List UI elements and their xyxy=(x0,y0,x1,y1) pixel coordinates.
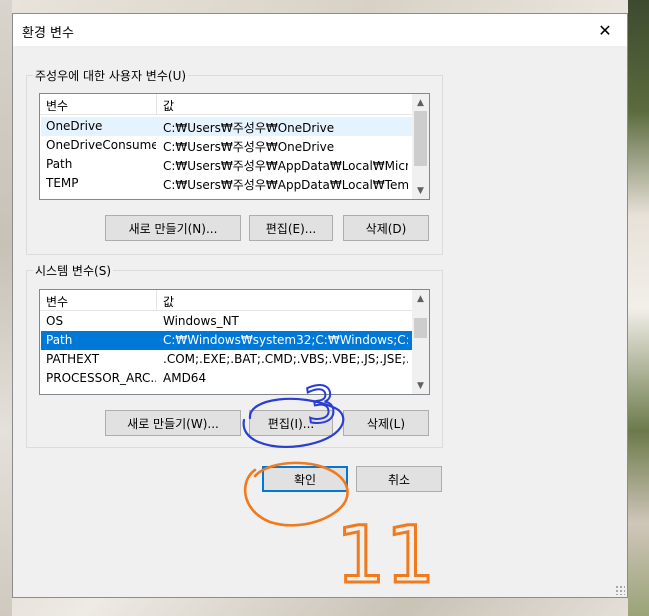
system-new-button[interactable]: 새로 만들기(W)... xyxy=(105,410,241,436)
desktop-background-left xyxy=(0,0,12,616)
var-value: C:₩Users₩주성우₩OneDrive xyxy=(163,121,335,135)
system-variables-group: 시스템 변수(S) 변수 값 OS Windows_NT Path C:₩Win… xyxy=(26,262,443,448)
var-value: C:₩Users₩주성우₩AppData₩Local₩Temp xyxy=(163,178,408,192)
close-button[interactable]: ✕ xyxy=(583,14,627,46)
var-value: Windows_NT xyxy=(163,314,239,328)
window-title: 환경 변수 xyxy=(22,26,74,41)
user-var-row[interactable]: OneDriveConsumer C:₩Users₩주성우₩OneDrive xyxy=(41,136,412,155)
environment-variables-dialog: 환경 변수 ✕ 주성우에 대한 사용자 변수(U) 변수 값 OneDrive … xyxy=(12,13,628,598)
scroll-down-arrow-icon[interactable]: ▼ xyxy=(412,182,429,199)
scroll-thumb[interactable] xyxy=(414,111,427,166)
column-header-value[interactable]: 값 xyxy=(163,293,174,310)
column-separator[interactable] xyxy=(156,290,157,310)
scroll-down-arrow-icon[interactable]: ▼ xyxy=(412,377,429,394)
system-var-row[interactable]: PATHEXT .COM;.EXE;.BAT;.CMD;.VBS;.VBE;.J… xyxy=(41,350,412,369)
user-delete-button[interactable]: 삭제(D) xyxy=(343,215,429,241)
var-name: PROCESSOR_ARC... xyxy=(46,371,156,385)
var-name: Path xyxy=(46,333,73,347)
user-variables-label: 주성우에 대한 사용자 변수(U) xyxy=(33,67,189,84)
column-separator[interactable] xyxy=(156,94,157,114)
user-variables-list[interactable]: 변수 값 OneDrive C:₩Users₩주성우₩OneDrive OneD… xyxy=(39,93,430,200)
system-variables-list[interactable]: 변수 값 OS Windows_NT Path C:₩Windows₩syste… xyxy=(39,289,430,395)
user-list-header: 변수 값 xyxy=(40,94,412,115)
user-list-scrollbar[interactable]: ▲ ▼ xyxy=(412,94,429,199)
scroll-up-arrow-icon[interactable]: ▲ xyxy=(412,94,429,111)
var-value: AMD64 xyxy=(163,371,207,385)
close-icon: ✕ xyxy=(598,20,612,40)
var-name: Path xyxy=(46,157,73,171)
cancel-button[interactable]: 취소 xyxy=(356,466,442,492)
ok-button[interactable]: 확인 xyxy=(262,466,348,492)
column-header-name[interactable]: 변수 xyxy=(46,97,68,114)
var-value: .COM;.EXE;.BAT;.CMD;.VBS;.VBE;.JS;.JSE;.… xyxy=(163,352,408,366)
user-var-row[interactable]: OneDrive C:₩Users₩주성우₩OneDrive xyxy=(41,117,412,136)
system-variables-label: 시스템 변수(S) xyxy=(33,262,113,279)
system-edit-button[interactable]: 편집(I)... xyxy=(249,410,333,436)
user-edit-button[interactable]: 편집(E)... xyxy=(249,215,333,241)
var-value: C:₩Users₩주성우₩AppData₩Local₩Micros... xyxy=(163,159,408,173)
user-var-row[interactable]: TEMP C:₩Users₩주성우₩AppData₩Local₩Temp xyxy=(41,174,412,193)
column-header-name[interactable]: 변수 xyxy=(46,293,68,310)
user-variables-group: 주성우에 대한 사용자 변수(U) 변수 값 OneDrive C:₩Users… xyxy=(26,67,443,255)
system-list-header: 변수 값 xyxy=(40,290,412,311)
system-list-scrollbar[interactable]: ▲ ▼ xyxy=(412,290,429,394)
system-var-row[interactable]: OS Windows_NT xyxy=(41,312,412,331)
var-value: C:₩Windows₩system32;C:₩Windows;C:₩... xyxy=(163,333,408,347)
desktop-background-right xyxy=(628,0,649,616)
var-name: TEMP xyxy=(46,176,79,190)
system-var-row-selected[interactable]: Path C:₩Windows₩system32;C:₩Windows;C:₩.… xyxy=(41,331,412,350)
var-name: PATHEXT xyxy=(46,352,100,366)
title-bar: 환경 변수 ✕ xyxy=(13,14,627,46)
scroll-thumb[interactable] xyxy=(414,318,427,338)
var-value: C:₩Users₩주성우₩OneDrive xyxy=(163,140,335,154)
user-var-row[interactable]: Path C:₩Users₩주성우₩AppData₩Local₩Micros..… xyxy=(41,155,412,174)
system-var-row[interactable]: PROCESSOR_ARC... AMD64 xyxy=(41,369,412,388)
column-header-value[interactable]: 값 xyxy=(163,97,174,114)
resize-grip-icon[interactable] xyxy=(615,585,625,595)
var-name: OS xyxy=(46,314,64,328)
system-delete-button[interactable]: 삭제(L) xyxy=(343,410,429,436)
user-new-button[interactable]: 새로 만들기(N)... xyxy=(105,215,241,241)
var-name: OneDrive xyxy=(46,119,103,133)
var-name: OneDriveConsumer xyxy=(46,138,156,152)
scroll-up-arrow-icon[interactable]: ▲ xyxy=(412,290,429,307)
